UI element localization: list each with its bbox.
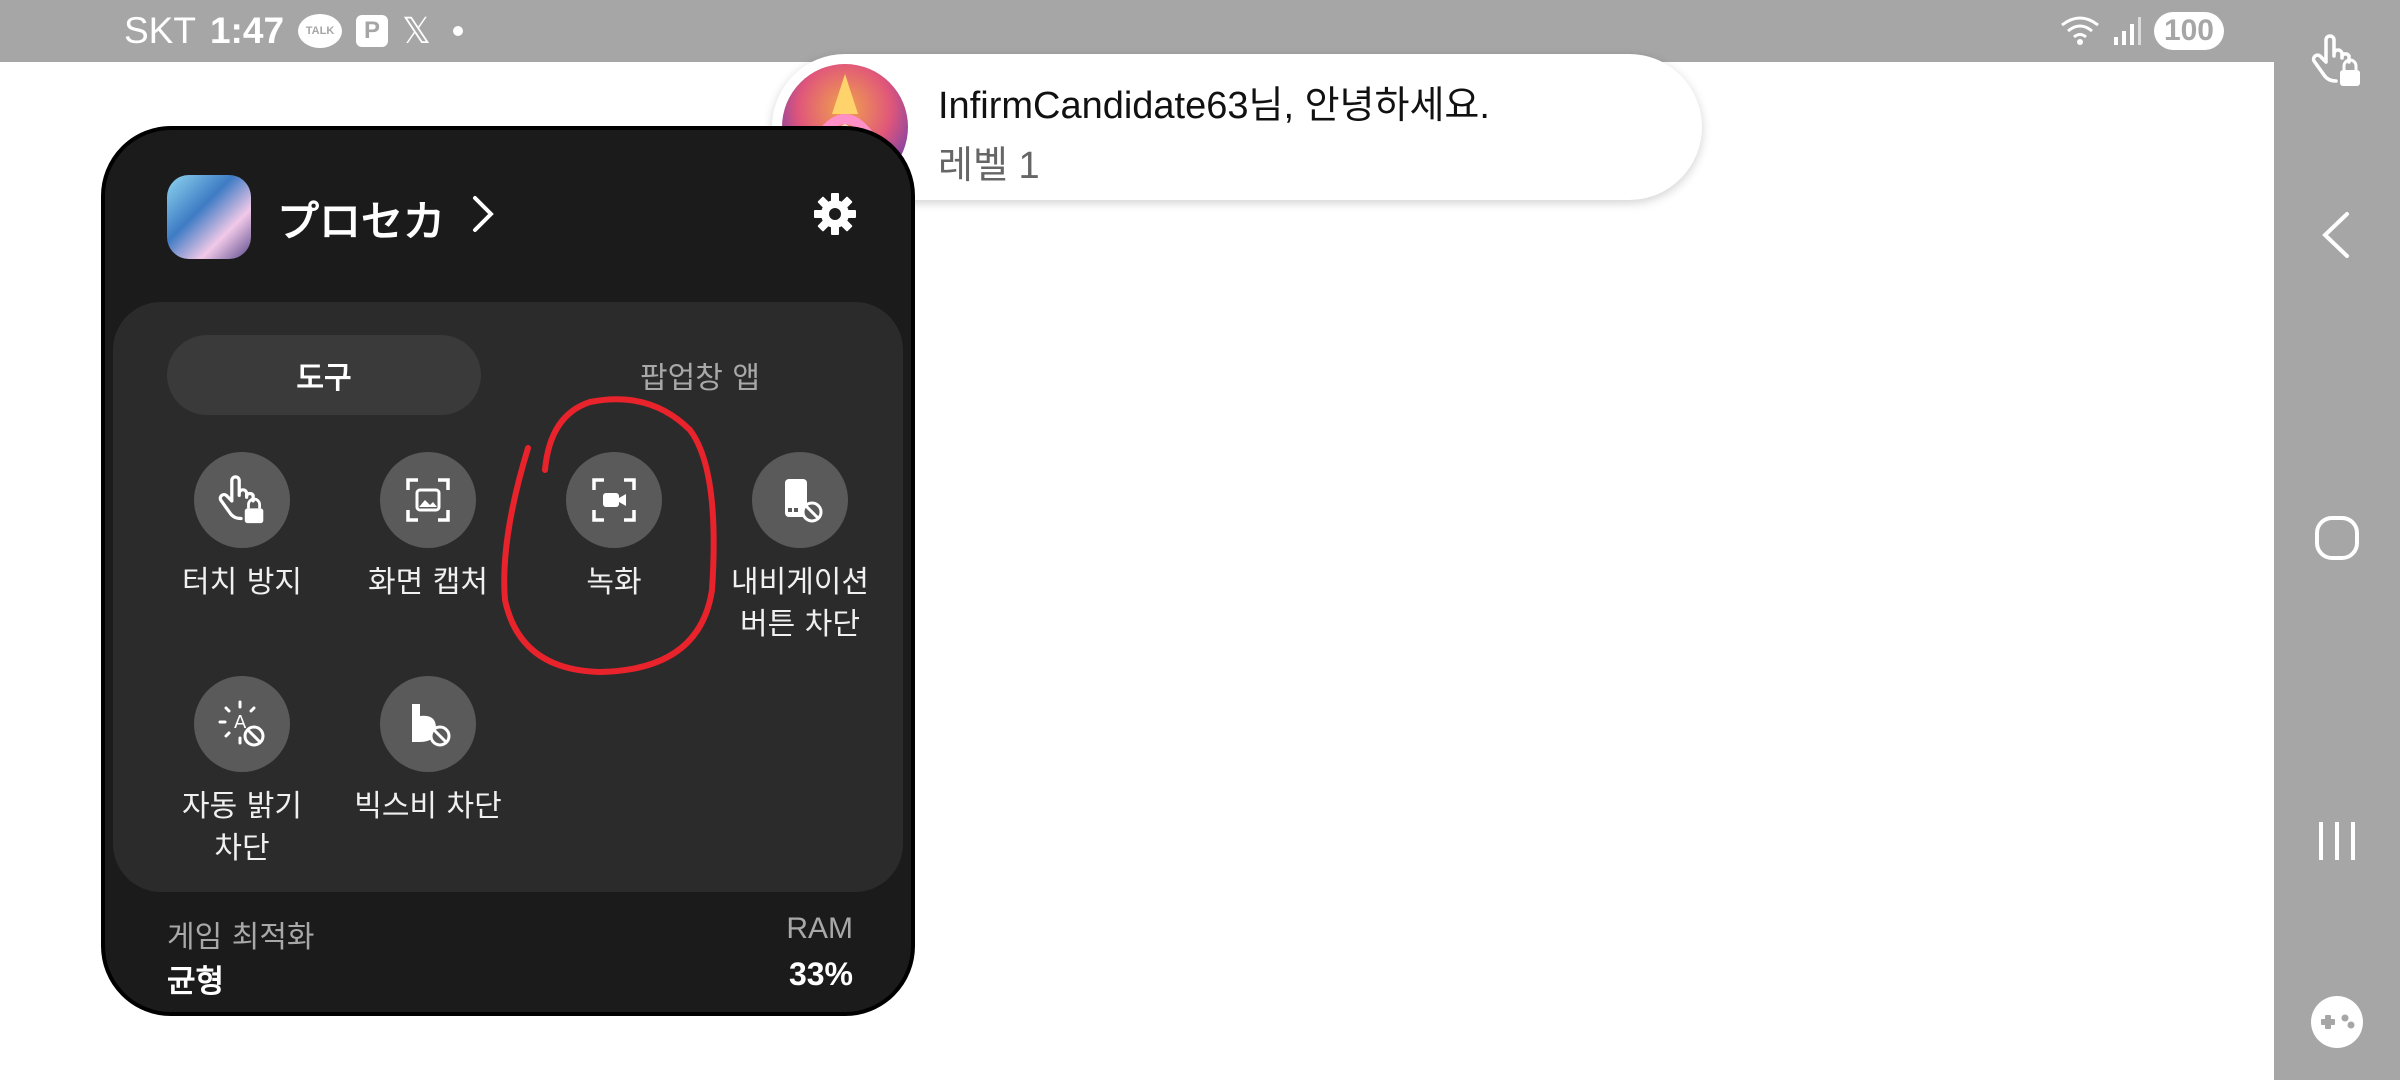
clock: 1:47 (209, 10, 285, 51)
battery-indicator: 100 (2153, 12, 2224, 50)
screenshot-icon (380, 452, 476, 548)
wifi-icon (2060, 15, 2100, 47)
panel-header: プロセカ (105, 130, 911, 300)
gear-icon[interactable] (813, 192, 857, 240)
tool-label: 녹화 (586, 565, 642, 600)
tools-section: 도구 팝업창 앱 터치 방지 화면 캡처 녹화 내비게이션 버튼 차단 A 자동… (113, 302, 903, 892)
tool-label: 화면 캡처 (368, 565, 488, 600)
tool-block-navigation[interactable]: 내비게이션 버튼 차단 (707, 452, 893, 646)
x-app-icon: 𝕏 (402, 10, 432, 51)
ram-label: RAM (786, 912, 853, 945)
tool-block-bixby[interactable]: 빅스비 차단 (335, 676, 521, 828)
home-button[interactable] (2274, 503, 2400, 573)
status-bar: SKT 1:47 TALK P 𝕏 100 (0, 0, 2274, 62)
block-bixby-icon (380, 676, 476, 772)
game-optimization-value[interactable]: 균형 (167, 956, 224, 1001)
tool-record[interactable]: 녹화 (521, 452, 707, 604)
p-app-icon-text: P (364, 17, 381, 44)
tool-label: 터치 방지 (182, 565, 302, 600)
p-app-icon: P (356, 15, 389, 47)
signal-icon (2112, 15, 2142, 47)
svg-text:A: A (234, 712, 247, 733)
record-video-icon (566, 452, 662, 548)
block-auto-brightness-icon: A (194, 676, 290, 772)
tool-screenshot[interactable]: 화면 캡처 (335, 452, 521, 604)
tab-tools[interactable]: 도구 (167, 335, 481, 415)
carrier-label: SKT (124, 10, 196, 51)
back-button[interactable] (2274, 200, 2400, 270)
game-booster-panel: プロセカ 도구 팝업창 앱 터치 방지 화면 캡처 녹화 내비게이션 버튼 차단… (101, 126, 915, 1016)
tool-label: 내비게이션 버튼 차단 (731, 565, 869, 642)
level-text: 레벨 1 (938, 145, 1040, 187)
block-navigation-icon (752, 452, 848, 548)
tool-block-auto-brightness[interactable]: A 자동 밝기 차단 (149, 676, 335, 870)
panel-footer: 게임 최적화 균형 RAM 33% (105, 900, 911, 1012)
chevron-right-icon[interactable] (471, 194, 495, 238)
game-optimization-label: 게임 최적화 (167, 920, 315, 955)
ram-value: 33% (788, 956, 853, 992)
navigation-bar (2274, 0, 2400, 1080)
tab-popup-apps[interactable]: 팝업창 앱 (543, 335, 857, 415)
tool-label: 빅스비 차단 (354, 789, 502, 824)
tool-label: 자동 밝기 차단 (182, 789, 302, 866)
game-app-icon[interactable] (167, 175, 251, 259)
game-booster-button[interactable] (2274, 992, 2400, 1052)
touch-lock-nav-icon[interactable] (2274, 26, 2400, 96)
game-title[interactable]: プロセカ (277, 188, 445, 249)
touch-lock-icon (194, 452, 290, 548)
kakaotalk-icon: TALK (298, 14, 343, 48)
recent-apps-button[interactable] (2274, 806, 2400, 876)
tool-touch-block[interactable]: 터치 방지 (149, 452, 335, 604)
greeting-text: InfirmCandidate63님, 안녕하세요. (938, 85, 1490, 127)
more-notifications-dot-icon (453, 26, 464, 36)
kakaotalk-icon-text: TALK (305, 25, 335, 37)
